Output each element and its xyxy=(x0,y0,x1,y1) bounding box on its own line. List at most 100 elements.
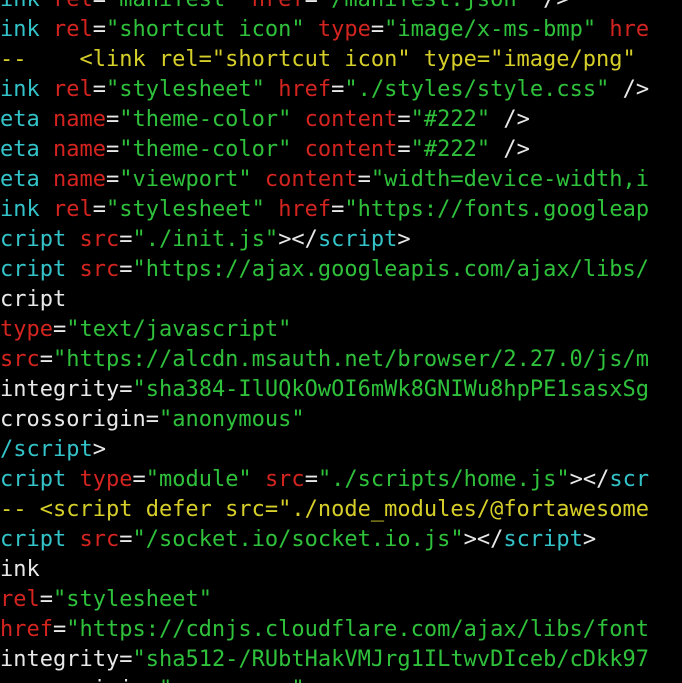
code-token-attr: type xyxy=(79,467,133,492)
code-token-string: "width=device-width,i xyxy=(370,167,650,192)
code-token-punct: = xyxy=(331,77,345,102)
code-line[interactable]: ink rel="manifest" href="/manifest.json"… xyxy=(0,0,649,15)
code-line[interactable]: type="text/javascript" xyxy=(0,315,649,345)
code-token-string: "image/x-ms-bmp" xyxy=(384,17,597,42)
code-editor[interactable]: ink rel="manifest" href="/manifest.json"… xyxy=(0,0,682,683)
code-line[interactable]: ink rel="stylesheet" href="https://fonts… xyxy=(0,195,649,225)
code-token-attr: name xyxy=(52,107,106,132)
code-token-string: "theme-color" xyxy=(119,137,292,162)
code-token-punct xyxy=(291,137,304,162)
code-token-attr: hre xyxy=(609,17,650,42)
code-token-punct xyxy=(265,77,278,102)
code-token-string: "sha512-/RUbtHakVMJrg1ILtwvDIceb/cDkk97 xyxy=(132,647,650,672)
code-token-plain: integrity xyxy=(0,647,120,672)
code-token-tag: cript xyxy=(0,467,80,492)
code-token-punct: = xyxy=(119,527,133,552)
code-token-punct: = xyxy=(92,197,106,222)
code-token-attr: rel xyxy=(52,197,93,222)
code-token-comment: -- <link rel="shortcut icon" type="image… xyxy=(0,47,636,72)
code-token-attr: href xyxy=(252,0,305,12)
code-token-punct: /> xyxy=(530,0,570,12)
code-line[interactable]: integrity="sha384-IlUQkOwOI6mWk8GNIWu8hp… xyxy=(0,375,649,405)
code-line[interactable]: -- <link rel="shortcut icon" type="image… xyxy=(0,45,649,75)
code-token-tag: eta xyxy=(0,107,53,132)
code-token-punct: = xyxy=(105,137,120,162)
code-line[interactable]: crossorigin="anonymous" xyxy=(0,405,649,435)
code-line[interactable]: crossorigin="anonymous" xyxy=(0,675,649,683)
code-token-attr: content xyxy=(264,167,358,192)
code-token-punct: > xyxy=(582,527,597,552)
code-token-attr: type xyxy=(0,317,53,342)
code-line[interactable]: ink xyxy=(0,555,649,585)
code-line[interactable]: eta name="theme-color" content="#222" /> xyxy=(0,135,649,165)
code-token-tag: script xyxy=(503,527,583,552)
code-token-punct xyxy=(596,17,609,42)
code-token-punct: = xyxy=(370,17,385,42)
code-token-plain: ink xyxy=(0,557,40,582)
code-token-punct: = xyxy=(357,167,371,192)
code-token-tag: /script xyxy=(0,437,93,462)
code-token-punct: = xyxy=(305,0,318,12)
code-token-string: "./scripts/home.js" xyxy=(317,467,570,492)
code-token-string: "./init.js" xyxy=(132,227,279,252)
code-line[interactable]: src="https://alcdn.msauth.net/browser/2.… xyxy=(0,345,649,375)
code-token-punct: = xyxy=(397,137,411,162)
code-token-punct: = xyxy=(92,17,106,42)
code-token-string: "stylesheet" xyxy=(53,587,212,612)
code-token-punct: ></ xyxy=(278,227,318,252)
code-line[interactable]: integrity="sha512-/RUbtHakVMJrg1ILtwvDIc… xyxy=(0,645,649,675)
code-token-string: "https://cdnjs.cloudflare.com/ajax/libs/… xyxy=(66,617,650,642)
code-token-attr: src xyxy=(79,257,120,282)
code-line[interactable]: -- <script defer src="./node_modules/@fo… xyxy=(0,495,649,525)
code-line[interactable]: cript type="module" src="./scripts/home.… xyxy=(0,465,649,495)
code-token-attr: rel xyxy=(52,77,93,102)
code-token-punct: = xyxy=(119,377,133,402)
code-line[interactable]: ink rel="stylesheet" href="./styles/styl… xyxy=(0,75,649,105)
code-token-punct: = xyxy=(119,647,133,672)
code-token-punct: /> xyxy=(490,107,530,132)
code-token-tag: eta xyxy=(0,137,53,162)
code-token-string: "#222" xyxy=(410,107,491,132)
code-token-attr: src xyxy=(79,527,120,552)
code-token-attr: href xyxy=(278,197,332,222)
code-line[interactable]: ink rel="shortcut icon" type="image/x-ms… xyxy=(0,15,649,45)
code-token-attr: href xyxy=(0,617,53,642)
code-token-string: "stylesheet" xyxy=(105,77,265,102)
code-token-punct xyxy=(238,0,251,12)
code-line[interactable]: cript xyxy=(0,285,649,315)
code-token-string: "anonymous" xyxy=(159,677,305,683)
code-token-punct: /> xyxy=(490,137,530,162)
code-token-tag: ink xyxy=(0,17,53,42)
code-token-attr: href xyxy=(278,77,332,102)
code-token-tag: ink xyxy=(0,197,53,222)
code-token-string: "/manifest.json" xyxy=(318,0,530,12)
code-token-plain: cript xyxy=(0,287,67,312)
code-token-attr: rel xyxy=(0,587,40,612)
code-token-punct: = xyxy=(52,317,67,342)
code-token-punct xyxy=(252,167,265,192)
code-token-punct: > xyxy=(397,227,411,252)
code-token-string: "manifest" xyxy=(106,0,238,12)
code-line[interactable]: href="https://cdnjs.cloudflare.com/ajax/… xyxy=(0,615,649,645)
code-view[interactable]: ink rel="manifest" href="/manifest.json"… xyxy=(0,0,649,683)
code-line[interactable]: eta name="viewport" content="width=devic… xyxy=(0,165,649,195)
code-line[interactable]: rel="stylesheet" xyxy=(0,585,649,615)
code-token-attr: rel xyxy=(52,17,93,42)
code-token-punct xyxy=(252,467,265,492)
code-token-string: "anonymous" xyxy=(158,407,305,432)
code-token-punct: /> xyxy=(609,77,650,102)
code-token-plain: crossorigin xyxy=(0,407,146,432)
code-line[interactable]: cript src="/socket.io/socket.io.js"></sc… xyxy=(0,525,649,555)
code-token-string: "https://ajax.googleapis.com/ajax/libs/ xyxy=(132,257,650,282)
code-line[interactable]: cript src="https://ajax.googleapis.com/a… xyxy=(0,255,649,285)
code-token-string: "https://alcdn.msauth.net/browser/2.27.0… xyxy=(53,347,650,372)
code-line[interactable]: cript src="./init.js"></script> xyxy=(0,225,649,255)
code-token-attr: name xyxy=(52,167,106,192)
code-token-punct: = xyxy=(119,227,133,252)
code-token-punct: = xyxy=(105,107,120,132)
code-token-punct: = xyxy=(397,107,411,132)
code-token-attr: content xyxy=(304,107,398,132)
code-line[interactable]: eta name="theme-color" content="#222" /> xyxy=(0,105,649,135)
code-token-punct xyxy=(265,197,278,222)
code-line[interactable]: /script> xyxy=(0,435,649,465)
